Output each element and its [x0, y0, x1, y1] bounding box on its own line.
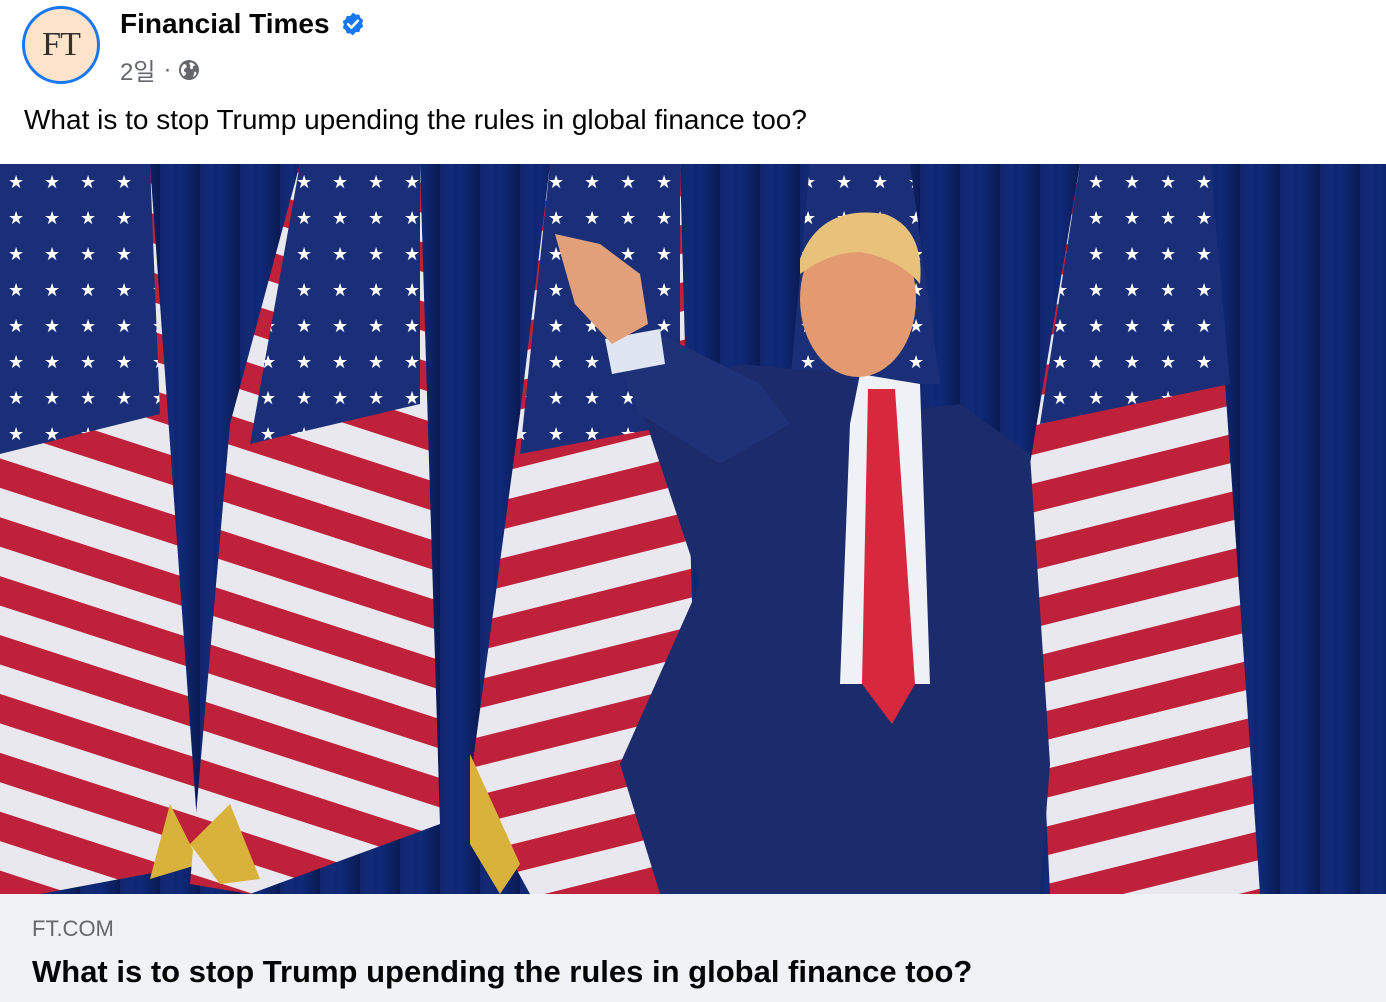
rally-photo: ★	[0, 164, 1386, 894]
avatar-logo-text: FT	[42, 26, 81, 63]
link-headline[interactable]: What is to stop Trump upending the rules…	[32, 954, 972, 990]
page-name-row: Financial Times	[120, 8, 366, 40]
post-image[interactable]: ★	[0, 164, 1386, 894]
link-domain: FT.COM	[32, 916, 114, 941]
post-caption: What is to stop Trump upending the rules…	[24, 104, 807, 135]
globe-icon[interactable]	[177, 58, 201, 82]
post-meta: 2일 ·	[120, 52, 201, 87]
post-timestamp[interactable]: 2일	[120, 52, 155, 87]
page-name-link[interactable]: Financial Times	[120, 8, 330, 40]
post-header: FT Financial Times 2일 ·	[0, 0, 1386, 100]
meta-separator: ·	[163, 55, 172, 83]
page-avatar[interactable]: FT	[22, 6, 100, 84]
verified-badge-icon	[342, 12, 363, 36]
